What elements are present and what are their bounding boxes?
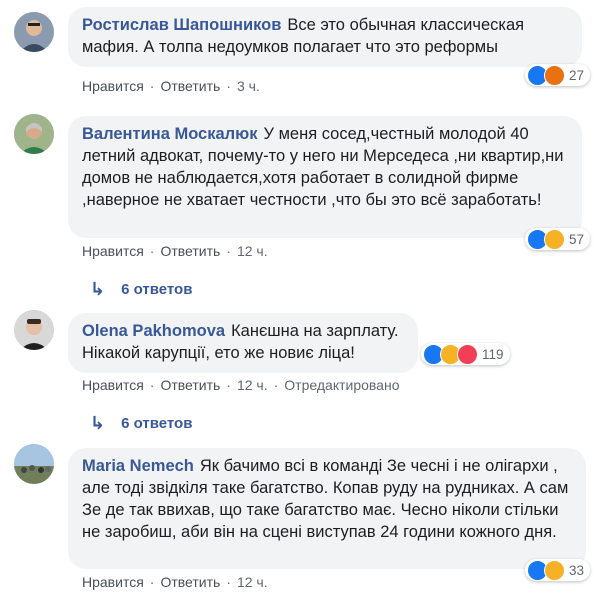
comment-author[interactable]: Maria Nemech (82, 457, 194, 475)
avatar[interactable] (14, 444, 54, 484)
angry-icon (544, 64, 565, 86)
haha-icon (544, 559, 565, 581)
comment-bubble: Maria Nemech Як бачимо всі в команді Зе ч… (68, 448, 586, 569)
comment-actions: Нравится · Ответить · 12 ч. (82, 574, 268, 590)
reaction-count: 33 (569, 562, 585, 578)
haha-icon (544, 228, 565, 250)
like-link[interactable]: Нравится (82, 377, 144, 393)
comment-bubble: Olena Pakhomova Канєшна на зарплату. Ніка… (68, 313, 418, 373)
like-link[interactable]: Нравится (82, 78, 144, 94)
love-icon (457, 343, 478, 365)
timestamp[interactable]: 3 ч. (237, 78, 260, 94)
reaction-count: 57 (569, 231, 585, 247)
like-link[interactable]: Нравится (82, 243, 144, 259)
comment-author[interactable]: Ростислав Шапошников (82, 16, 281, 34)
comment-bubble: Валентина Москалюк У меня сосед,честный м… (68, 116, 582, 238)
reply-arrow-icon: ↳ (90, 279, 106, 299)
reply-link[interactable]: Ответить (160, 243, 220, 259)
like-link[interactable]: Нравится (82, 574, 144, 590)
edited-label[interactable]: Отредактировано (284, 377, 399, 393)
comment-actions: Нравится · Ответить · 12 ч. (82, 243, 268, 259)
reactions-badge[interactable]: 119 (421, 343, 510, 365)
comment-actions: Нравится · Ответить · 3 ч. (82, 78, 260, 94)
comment-actions: Нравится · Ответить · 12 ч. · Отредактировано (82, 377, 400, 393)
timestamp[interactable]: 12 ч. (237, 377, 268, 393)
reaction-count: 27 (569, 67, 585, 83)
timestamp[interactable]: 12 ч. (237, 574, 268, 590)
avatar[interactable] (14, 310, 54, 350)
comment-bubble: Ростислав Шапошников Все это обычная клас… (68, 7, 582, 67)
reactions-badge[interactable]: 57 (525, 228, 591, 250)
reaction-count: 119 (482, 346, 504, 362)
reply-link[interactable]: Ответить (160, 78, 220, 94)
timestamp[interactable]: 12 ч. (237, 243, 268, 259)
reply-link[interactable]: Ответить (160, 574, 220, 590)
replies-count: 6 ответов (121, 415, 193, 432)
reply-link[interactable]: Ответить (160, 377, 220, 393)
reactions-badge[interactable]: 33 (525, 559, 591, 581)
avatar[interactable] (14, 114, 54, 154)
avatar[interactable] (14, 12, 54, 52)
replies-count: 6 ответов (121, 281, 193, 298)
comment-author[interactable]: Валентина Москалюк (82, 125, 258, 143)
comment-author[interactable]: Olena Pakhomova (82, 322, 225, 340)
view-replies-button[interactable]: ↳ 6 ответов (90, 413, 192, 434)
reply-arrow-icon: ↳ (90, 413, 106, 433)
view-replies-button[interactable]: ↳ 6 ответов (90, 279, 192, 300)
reactions-badge[interactable]: 27 (525, 64, 591, 86)
